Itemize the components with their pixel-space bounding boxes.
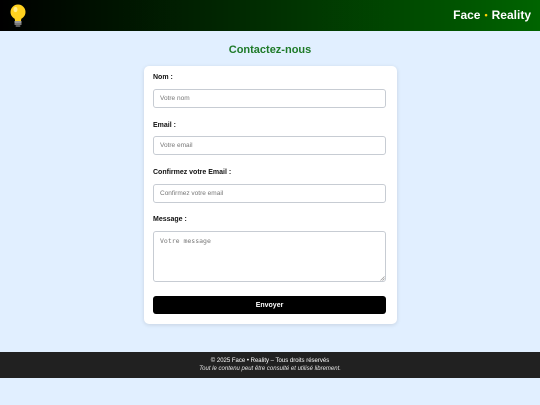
footer-note: Tout le contenu peut être consulté et ut… bbox=[199, 366, 341, 372]
brand-separator: • bbox=[484, 10, 488, 20]
brand-word-face: Face bbox=[453, 8, 481, 22]
email-label: Email : bbox=[153, 122, 176, 129]
page-title: Contactez-nous bbox=[228, 44, 312, 56]
site-footer: © 2025 Face • Reality – Tous droits rése… bbox=[0, 352, 540, 378]
lightbulb-icon[interactable] bbox=[9, 4, 27, 28]
name-input[interactable] bbox=[153, 89, 386, 108]
submit-button[interactable]: Envoyer bbox=[153, 296, 386, 314]
footer-copyright: © 2025 Face • Reality – Tous droits rése… bbox=[210, 358, 330, 364]
brand-name[interactable]: Face • Reality bbox=[453, 8, 531, 22]
brand-word-reality: Reality bbox=[491, 8, 531, 22]
message-textarea[interactable] bbox=[153, 231, 386, 282]
name-label: Nom : bbox=[153, 74, 173, 81]
confirm-email-input[interactable] bbox=[153, 184, 386, 203]
email-input[interactable] bbox=[153, 136, 386, 155]
contact-form: Nom : Email : Confirmez votre Email : Me… bbox=[144, 66, 397, 324]
message-label: Message : bbox=[153, 216, 187, 223]
confirm-email-label: Confirmez votre Email : bbox=[153, 169, 232, 176]
site-header: Face • Reality bbox=[0, 0, 540, 31]
resize-grip-icon[interactable] bbox=[380, 276, 385, 281]
